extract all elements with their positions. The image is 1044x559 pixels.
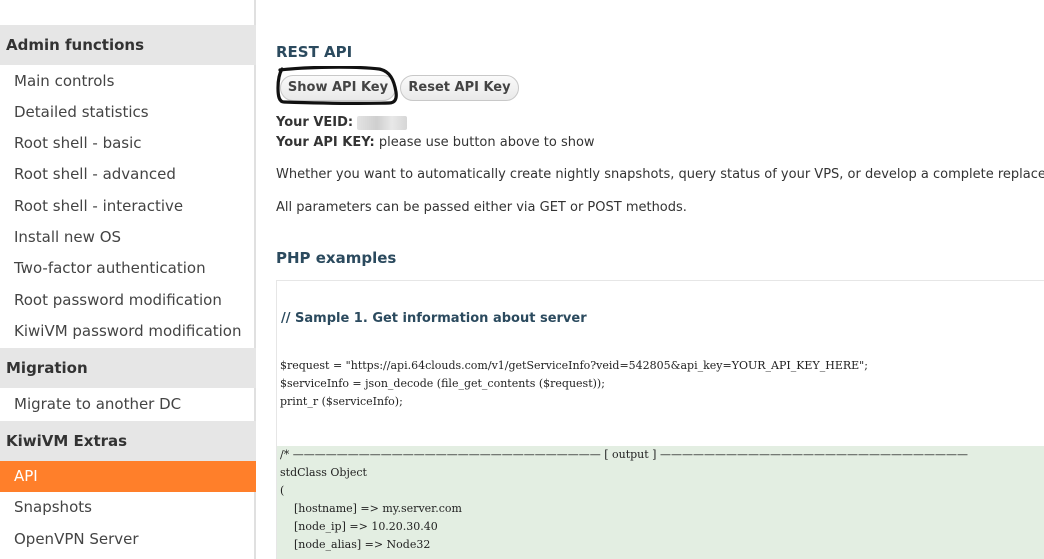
sidebar-item-root-shell-interactive[interactable]: Root shell - interactive	[0, 191, 256, 222]
page-title: REST API	[276, 43, 353, 61]
sidebar-item-root-shell-basic[interactable]: Root shell - basic	[0, 128, 256, 159]
section-header-migration: Migration	[0, 348, 256, 388]
output-header: /* ———————————————————————————— [ output…	[280, 448, 968, 461]
sidebar-item-two-factor-authentication[interactable]: Two-factor authentication	[0, 253, 256, 284]
api-key-label: Your API KEY:	[276, 135, 375, 150]
code-line-3: print_r ($serviceInfo);	[280, 395, 403, 408]
veid-line: Your VEID:	[276, 115, 408, 130]
api-key-text: please use button above to show	[378, 135, 595, 150]
veid-redacted	[357, 115, 408, 130]
code-line-2: $serviceInfo = json_decode (file_get_con…	[280, 377, 605, 390]
code-example-box: // Sample 1. Get information about serve…	[276, 280, 1044, 559]
sidebar-item-install-new-os[interactable]: Install new OS	[0, 222, 256, 253]
sidebar-item-api[interactable]: API	[0, 461, 256, 492]
sidebar-item-openvpn-server[interactable]: OpenVPN Server	[0, 524, 256, 555]
api-key-line: Your API KEY: please use button above to…	[276, 135, 595, 150]
sidebar-item-main-controls[interactable]: Main controls	[0, 66, 256, 97]
output-block: /* ———————————————————————————— [ output…	[277, 446, 1044, 559]
section-header-admin-functions: Admin functions	[0, 25, 256, 65]
output-line-1: stdClass Object	[280, 466, 367, 479]
sidebar: Admin functions Main controls Detailed s…	[0, 0, 256, 559]
sidebar-item-snapshots[interactable]: Snapshots	[0, 492, 256, 523]
main-content: REST API Show API Key Reset API Key Your…	[276, 0, 1044, 559]
section-header-kiwivm-extras: KiwiVM Extras	[0, 421, 256, 461]
php-examples-title: PHP examples	[276, 249, 397, 267]
parameters-paragraph: All parameters can be passed either via …	[276, 200, 687, 215]
sample-comment: // Sample 1. Get information about serve…	[281, 311, 587, 326]
sidebar-item-kiwivm-password-modification[interactable]: KiwiVM password modification	[0, 316, 256, 347]
output-line-2: (	[280, 484, 285, 497]
sidebar-item-detailed-statistics[interactable]: Detailed statistics	[0, 97, 256, 128]
description-paragraph: Whether you want to automatically create…	[276, 167, 1044, 182]
reset-api-key-button[interactable]: Reset API Key	[400, 75, 519, 101]
veid-label: Your VEID:	[276, 115, 354, 130]
sidebar-item-migrate-to-another-dc[interactable]: Migrate to another DC	[0, 389, 256, 420]
sidebar-item-root-shell-advanced[interactable]: Root shell - advanced	[0, 159, 256, 190]
highlight-scribble	[276, 66, 398, 106]
code-line-1: $request = "https://api.64clouds.com/v1/…	[280, 359, 868, 372]
sidebar-item-root-password-modification[interactable]: Root password modification	[0, 285, 256, 316]
output-line-4: [node_ip] => 10.20.30.40	[280, 520, 438, 533]
output-line-5: [node_alias] => Node32	[280, 538, 431, 551]
output-line-3: [hostname] => my.server.com	[280, 502, 462, 515]
